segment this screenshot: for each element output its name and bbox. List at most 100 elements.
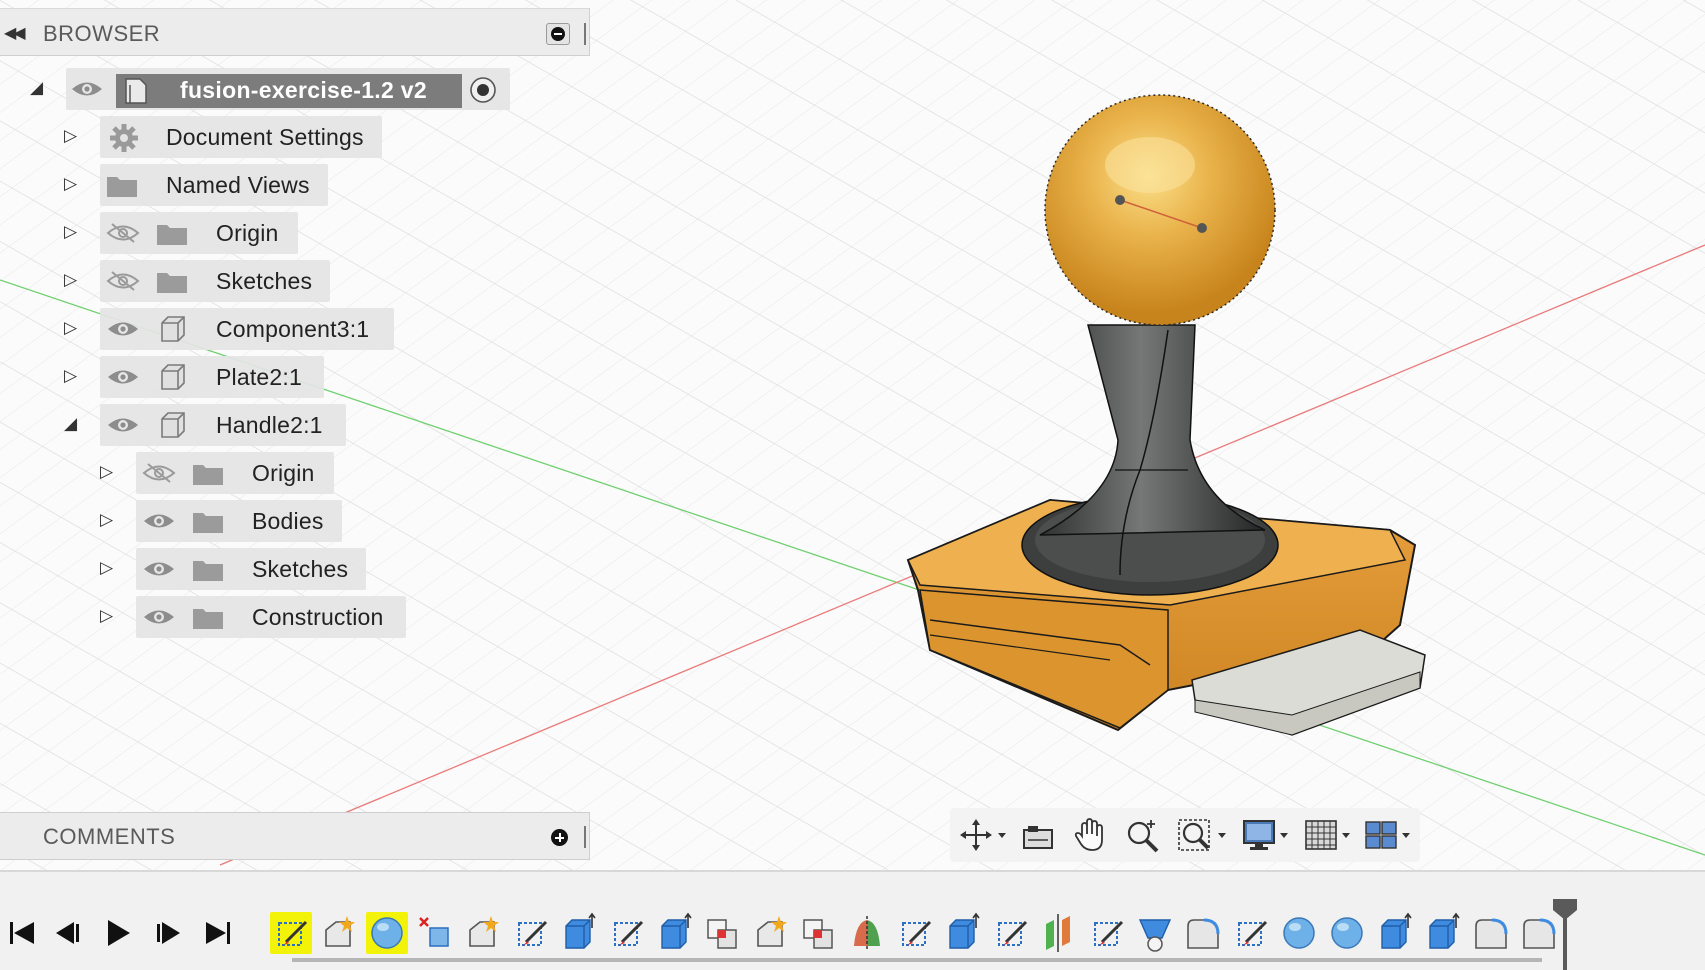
orbit-icon[interactable]: [954, 816, 1010, 854]
minimize-browser-button[interactable]: [546, 23, 570, 45]
tree-item-label: Origin: [252, 460, 315, 486]
timeline-feature-sphere[interactable]: [1326, 912, 1368, 954]
timeline-feature-delete[interactable]: [414, 912, 456, 954]
sketch-icon: [614, 920, 644, 946]
add-comment-button[interactable]: [551, 829, 568, 846]
timeline-feature-combine[interactable]: [702, 912, 744, 954]
tree-item-label: Plate2:1: [216, 364, 302, 390]
timeline-feature-sphere[interactable]: [366, 912, 408, 954]
collapse-triangle-icon[interactable]: ◢: [64, 414, 80, 434]
timeline-feature-extrude[interactable]: [558, 912, 600, 954]
folder-icon: [107, 177, 137, 197]
expand-triangle-icon[interactable]: ▷: [100, 606, 116, 626]
timeline-feature-sketch[interactable]: [1086, 912, 1128, 954]
folder-icon: [193, 609, 223, 629]
timeline-feature-loft[interactable]: [1134, 912, 1176, 954]
timeline-feature-sketch[interactable]: [270, 912, 312, 954]
timeline-feature-sketch[interactable]: [606, 912, 648, 954]
root-document-label[interactable]: fusion-exercise-1.2 v2: [116, 74, 462, 108]
eye-icon[interactable]: [106, 366, 140, 388]
expand-triangle-icon[interactable]: ▷: [64, 366, 80, 386]
tree-item-plate2[interactable]: ▷ Plate2:1: [0, 356, 420, 398]
step-back-button[interactable]: [50, 916, 86, 950]
look-at-icon[interactable]: [1020, 816, 1056, 854]
timeline-feature-sketch[interactable]: [1230, 912, 1272, 954]
expand-triangle-icon[interactable]: ▷: [64, 270, 80, 290]
step-forward-button[interactable]: [150, 916, 186, 950]
timeline-feature-extrude[interactable]: [1422, 912, 1464, 954]
fit-icon[interactable]: [1176, 816, 1232, 854]
zoom-icon[interactable]: [1124, 816, 1162, 854]
expand-triangle-icon[interactable]: ▷: [100, 510, 116, 530]
tree-item-handle-origin[interactable]: ▷ Origin: [0, 452, 420, 494]
expand-triangle-icon[interactable]: ▷: [100, 558, 116, 578]
eye-icon[interactable]: [106, 414, 140, 436]
timeline-feature-sketch[interactable]: [510, 912, 552, 954]
extrude-icon: [1429, 912, 1460, 949]
go-to-end-button[interactable]: [200, 916, 236, 950]
timeline-feature-combine[interactable]: [798, 912, 840, 954]
expand-triangle-icon[interactable]: ▷: [100, 462, 116, 482]
timeline: [0, 870, 1705, 970]
panel-grip-icon[interactable]: [584, 23, 586, 45]
tree-item-handle-sketches[interactable]: ▷ Sketches: [0, 548, 420, 590]
tree-item-bodies[interactable]: ▷ Bodies: [0, 500, 420, 542]
timeline-feature-sphere[interactable]: [1278, 912, 1320, 954]
expand-triangle-icon[interactable]: ▷: [64, 126, 80, 146]
eye-icon[interactable]: [142, 558, 176, 580]
expand-triangle-icon[interactable]: ▷: [64, 174, 80, 194]
gear-icon: [110, 124, 138, 152]
timeline-marker-icon[interactable]: [1552, 898, 1578, 970]
tree-item-named-views[interactable]: ▷ Named Views: [0, 164, 400, 206]
expand-triangle-icon[interactable]: ▷: [64, 318, 80, 338]
timeline-feature-point[interactable]: [750, 912, 792, 954]
tree-item-sketches[interactable]: ▷ Sketches: [0, 260, 400, 302]
timeline-feature-sketch[interactable]: [894, 912, 936, 954]
eye-hidden-icon[interactable]: [106, 270, 140, 292]
timeline-feature-point[interactable]: [462, 912, 504, 954]
eye-icon[interactable]: [70, 78, 104, 100]
tree-item-construction[interactable]: ▷ Construction: [0, 596, 420, 638]
go-to-start-button[interactable]: [4, 916, 40, 950]
display-settings-icon[interactable]: [1240, 816, 1296, 854]
tree-item-origin[interactable]: ▷ Origin: [0, 212, 400, 254]
navigation-toolbar: [950, 808, 1420, 862]
timeline-feature-fillet[interactable]: [1470, 912, 1512, 954]
tree-item-label: Construction: [252, 604, 384, 630]
pan-icon[interactable]: [1072, 816, 1108, 854]
extrude-icon: [565, 912, 596, 949]
tree-item-component3[interactable]: ▷ Component3:1: [0, 308, 420, 350]
eye-icon[interactable]: [106, 318, 140, 340]
tree-item-handle2[interactable]: ◢ Handle2:1: [0, 404, 420, 446]
expand-triangle-icon[interactable]: ▷: [64, 222, 80, 242]
eye-icon[interactable]: [142, 606, 176, 628]
tree-item-label: Origin: [216, 220, 279, 246]
tree-item-document-settings[interactable]: ▷ Document Settings: [0, 116, 400, 158]
activate-component-icon[interactable]: [468, 75, 498, 105]
timeline-track[interactable]: [292, 958, 1542, 962]
comments-title: COMMENTS: [43, 824, 176, 849]
timeline-feature-sketch[interactable]: [990, 912, 1032, 954]
timeline-feature-extrude[interactable]: [654, 912, 696, 954]
point-icon: [325, 916, 355, 947]
sketch-icon: [1094, 920, 1124, 946]
timeline-feature-split[interactable]: [1038, 912, 1080, 954]
tree-item-label: Component3:1: [216, 316, 370, 342]
panel-grip-icon[interactable]: [584, 826, 586, 848]
eye-hidden-icon[interactable]: [106, 222, 140, 244]
play-button[interactable]: [100, 916, 136, 950]
eye-hidden-icon[interactable]: [142, 462, 176, 484]
timeline-feature-extrude[interactable]: [1374, 912, 1416, 954]
sketch-icon: [998, 920, 1028, 946]
timeline-feature-extrude[interactable]: [942, 912, 984, 954]
timeline-feature-revolve[interactable]: [846, 912, 888, 954]
collapse-panel-icon[interactable]: ◀◀: [4, 23, 26, 43]
viewports-icon[interactable]: [1362, 816, 1418, 854]
sphere-icon: [1283, 917, 1315, 949]
timeline-feature-fillet[interactable]: [1182, 912, 1224, 954]
eye-icon[interactable]: [142, 510, 176, 532]
grid-icon[interactable]: [1302, 816, 1358, 854]
collapse-triangle-icon[interactable]: ◢: [30, 78, 46, 98]
tree-item-label: Bodies: [252, 508, 324, 534]
timeline-feature-point[interactable]: [318, 912, 360, 954]
